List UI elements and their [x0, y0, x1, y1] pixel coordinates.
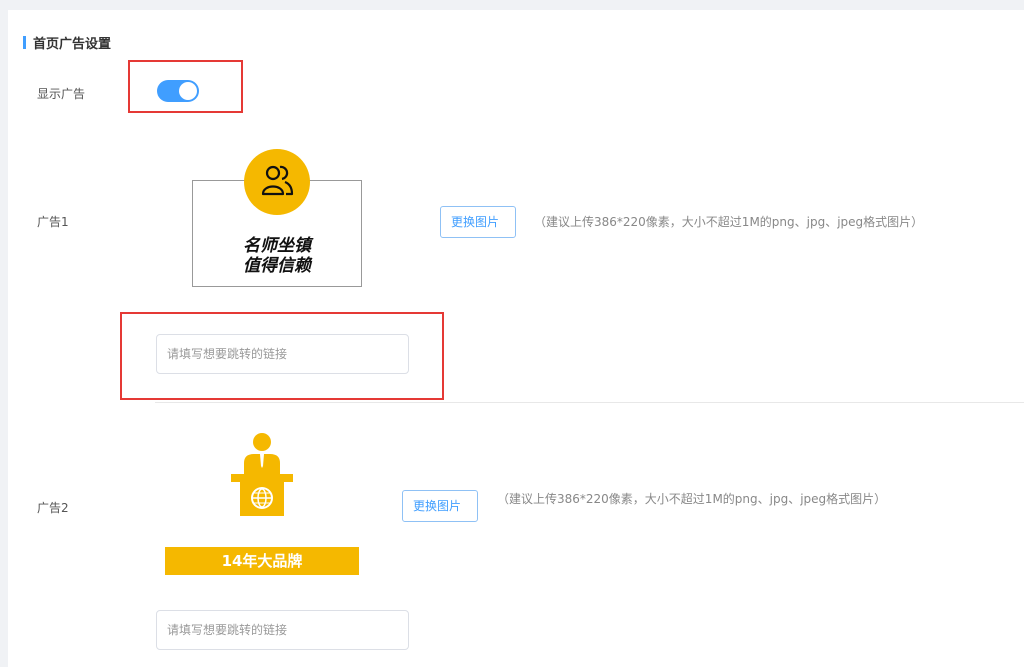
speaker-podium-icon [231, 433, 293, 516]
ad1-link-input[interactable] [156, 334, 409, 374]
ad1-users-badge [244, 149, 310, 215]
ad1-label: 广告1 [37, 215, 69, 229]
section-accent-bar [23, 36, 26, 49]
ad2-link-input[interactable] [156, 610, 409, 650]
section-title: 首页广告设置 [33, 37, 112, 52]
ad1-image-text: 名师坐镇 值得信赖 [192, 236, 362, 276]
show-ads-label: 显示广告 [37, 87, 86, 101]
toggle-knob [179, 82, 197, 100]
show-ads-toggle[interactable] [157, 80, 199, 102]
ad1-upload-hint: （建议上传386*220像素，大小不超过1M的png、jpg、jpeg格式图片） [534, 215, 924, 229]
ad2-label: 广告2 [37, 501, 69, 515]
ad1-image-text-line2: 值得信赖 [243, 256, 311, 276]
ad2-image [222, 430, 302, 520]
ad1-change-image-button[interactable]: 更换图片 [440, 206, 516, 238]
ad2-banner: 14年大品牌 [165, 547, 359, 575]
ad2-change-image-button[interactable]: 更换图片 [402, 490, 478, 522]
ad2-upload-hint: （建议上传386*220像素，大小不超过1M的png、jpg、jpeg格式图片） [497, 492, 887, 506]
ad1-image-text-line1: 名师坐镇 [243, 236, 311, 256]
ad-divider [155, 402, 1024, 403]
users-icon [261, 165, 294, 196]
